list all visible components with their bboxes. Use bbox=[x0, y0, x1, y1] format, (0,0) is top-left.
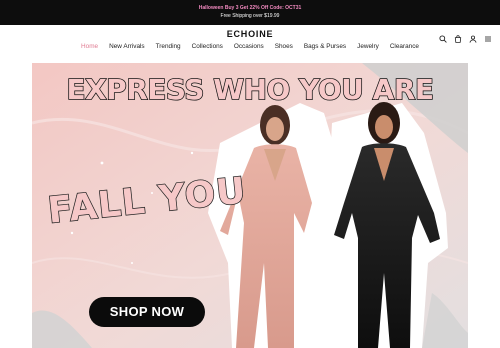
shop-now-button[interactable]: SHOP NOW bbox=[89, 297, 205, 327]
menu-icon[interactable] bbox=[484, 30, 492, 42]
nav-collections[interactable]: Collections bbox=[192, 42, 223, 52]
nav-home[interactable]: Home bbox=[81, 42, 98, 52]
brand-logo[interactable]: ECHOINE bbox=[0, 29, 500, 39]
bag-icon[interactable] bbox=[454, 30, 462, 43]
search-icon[interactable] bbox=[439, 30, 447, 43]
account-icon[interactable] bbox=[469, 30, 477, 43]
header-icons bbox=[439, 30, 492, 43]
nav-jewelry[interactable]: Jewelry bbox=[357, 42, 379, 52]
shipping-text: Free Shipping over $19.99 bbox=[220, 13, 280, 19]
announcement-bar: Halloween Buy 3 Get 22% Off Code: OCT31 … bbox=[0, 0, 500, 25]
main-nav: Home New Arrivals Trending Collections O… bbox=[0, 42, 500, 52]
nav-bags-purses[interactable]: Bags & Purses bbox=[304, 42, 346, 52]
nav-new-arrivals[interactable]: New Arrivals bbox=[109, 42, 145, 52]
nav-trending[interactable]: Trending bbox=[156, 42, 181, 52]
promo-text[interactable]: Halloween Buy 3 Get 22% Off Code: OCT31 bbox=[0, 5, 500, 11]
nav-occasions[interactable]: Occasions bbox=[234, 42, 264, 52]
nav-shoes[interactable]: Shoes bbox=[275, 42, 293, 52]
hero-banner[interactable]: EXPRESS WHO YOU ARE FALL YOU SHOP NOW bbox=[32, 63, 468, 348]
nav-clearance[interactable]: Clearance bbox=[390, 42, 419, 52]
hero-headline: EXPRESS WHO YOU ARE bbox=[66, 72, 435, 107]
